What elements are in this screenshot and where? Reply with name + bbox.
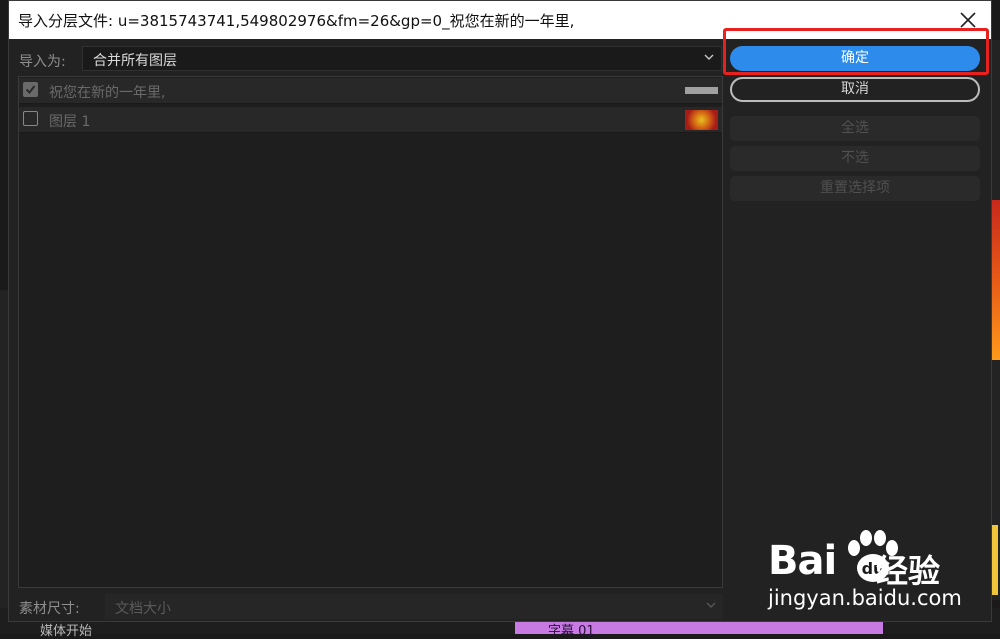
reset-selection-button[interactable]: 重置选择项 (730, 176, 980, 201)
import-as-label: 导入为: (19, 54, 66, 70)
layer-name: 祝您在新的一年里, (49, 85, 166, 101)
layer-row[interactable]: 祝您在新的一年里, (19, 78, 722, 104)
baidu-jingyan-watermark: Bai du 经验 jingyan.baidu.com (768, 530, 998, 616)
import-layered-file-dialog: 导入分层文件: u=3815743741,549802976&fm=26&gp=… (8, 0, 992, 622)
dialog-title: 导入分层文件: u=3815743741,549802976&fm=26&gp=… (18, 12, 575, 30)
background-preview-red (992, 200, 1000, 360)
watermark-brand: Bai (768, 538, 837, 584)
layer-list: 祝您在新的一年里, 图层 1 (18, 76, 723, 588)
background-timeline-label: 媒体开始 (40, 624, 93, 639)
ok-button[interactable]: 确定 (730, 46, 980, 71)
select-all-button[interactable]: 全选 (730, 116, 980, 141)
chevron-down-icon (706, 602, 716, 608)
layer-name: 图层 1 (49, 114, 91, 130)
chevron-down-icon (704, 54, 714, 60)
close-button[interactable] (957, 9, 979, 31)
close-icon (960, 12, 976, 28)
checkmark-icon (25, 85, 36, 95)
layer-thumbnail (685, 87, 718, 94)
footage-size-label: 素材尺寸: (19, 601, 80, 617)
footage-size-value: 文档大小 (115, 601, 171, 617)
dialog-titlebar: 导入分层文件: u=3815743741,549802976&fm=26&gp=… (9, 1, 991, 39)
watermark-url: jingyan.baidu.com (768, 586, 962, 610)
layer-checkbox[interactable] (23, 82, 38, 97)
footage-size-select[interactable]: 文档大小 (105, 594, 723, 619)
background-clip-label: 字幕 01 (548, 624, 595, 639)
select-none-button[interactable]: 不选 (730, 146, 980, 171)
layer-thumbnail (685, 110, 718, 130)
import-as-select[interactable]: 合并所有图层 (82, 46, 722, 71)
import-as-value: 合并所有图层 (93, 53, 177, 69)
layer-row[interactable]: 图层 1 (19, 107, 722, 133)
cancel-button[interactable]: 取消 (730, 77, 980, 102)
layer-checkbox[interactable] (23, 111, 38, 126)
